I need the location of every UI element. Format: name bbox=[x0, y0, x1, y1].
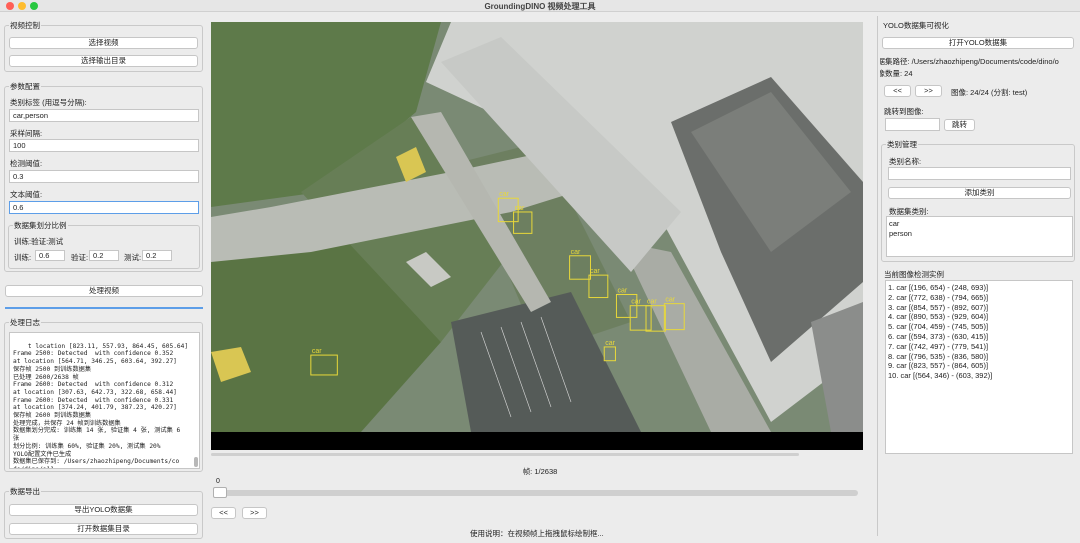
train-label: 训练: bbox=[14, 253, 32, 262]
class-input[interactable]: car,person bbox=[9, 109, 199, 122]
select-video-button[interactable]: 选择视频 bbox=[9, 37, 198, 49]
right-panel-divider bbox=[877, 16, 878, 536]
sample-interval-label: 采样间隔: bbox=[10, 129, 43, 138]
detection-box bbox=[645, 305, 666, 332]
frame-slider-handle[interactable] bbox=[213, 487, 227, 498]
window-title: GroundingDINO 视频处理工具 bbox=[484, 2, 596, 11]
detection-item[interactable]: 8. car [(796, 535) - (836, 580)] bbox=[888, 352, 1070, 362]
jump-button[interactable]: 跳转 bbox=[944, 119, 975, 131]
class-list[interactable]: car person bbox=[886, 216, 1073, 257]
next-frame-button[interactable]: >> bbox=[242, 507, 267, 519]
detection-box-label: car bbox=[590, 268, 600, 275]
class-list-item[interactable]: car bbox=[889, 219, 1070, 229]
yolo-title: YOLO数据集可视化 bbox=[883, 21, 949, 30]
image-info: 图像: 24/24 (分割: test) bbox=[951, 88, 1028, 97]
video-progress-track bbox=[211, 453, 799, 456]
detection-box bbox=[588, 274, 609, 299]
detection-overlay: carcarcar carcarcarcarcarcarcar bbox=[310, 191, 685, 376]
detection-box-label: car bbox=[515, 205, 525, 212]
detection-box-label: car bbox=[617, 287, 627, 294]
detection-box-label: car bbox=[312, 348, 322, 355]
test-ratio-input[interactable]: 0.2 bbox=[142, 250, 172, 261]
detection-item[interactable]: 1. car [(196, 654) - (248, 693)] bbox=[888, 283, 1070, 293]
split-group: 数据集划分比例 训练:验证:测试 训练: 0.6 验证: 0.2 测试: 0.2 bbox=[8, 220, 200, 269]
add-class-button[interactable]: 添加类别 bbox=[888, 187, 1071, 199]
detection-box bbox=[603, 346, 616, 362]
detection-item[interactable]: 5. car [(704, 459) - (745, 505)] bbox=[888, 322, 1070, 332]
params-group: 参数配置 类别标签 (用逗号分隔): car,person 采样间隔: 100 … bbox=[4, 81, 203, 272]
dataset-count: 图像数量: 24 bbox=[880, 69, 913, 78]
text-threshold-input[interactable]: 0.6 bbox=[9, 201, 199, 214]
slider-min-label: 0 bbox=[216, 478, 220, 485]
detection-item[interactable]: 6. car [(594, 373) - (630, 415)] bbox=[888, 332, 1070, 342]
select-output-dir-button[interactable]: 选择输出目录 bbox=[9, 55, 198, 67]
detection-box-label: car bbox=[605, 340, 615, 347]
open-dataset-dir-button[interactable]: 打开数据集目录 bbox=[9, 523, 198, 535]
detections-list[interactable]: 1. car [(196, 654) - (248, 693)] 2. car … bbox=[885, 280, 1073, 454]
export-group: 数据导出 导出YOLO数据集 打开数据集目录 bbox=[4, 486, 203, 539]
split-title: 数据集划分比例 bbox=[13, 220, 68, 231]
video-control-title: 视频控制 bbox=[9, 20, 41, 31]
det-threshold-input[interactable]: 0.3 bbox=[9, 170, 199, 183]
detection-box bbox=[569, 255, 591, 280]
class-name-label: 类别名称: bbox=[889, 157, 922, 166]
log-text-area[interactable]: t location [823.11, 557.93, 864.45, 605.… bbox=[9, 332, 200, 469]
video-frame[interactable]: car car car car car car car car car car bbox=[211, 22, 863, 450]
detection-item[interactable]: 4. car [(890, 553) - (929, 604)] bbox=[888, 312, 1070, 322]
log-scrollbar[interactable] bbox=[194, 457, 198, 467]
dataset-info: 数据集路径: /Users/zhaozhipeng/Documents/code… bbox=[880, 56, 1076, 78]
detection-box-label: car bbox=[647, 299, 657, 306]
progress-indicator-line bbox=[5, 307, 203, 309]
text-threshold-label: 文本阈值: bbox=[10, 190, 43, 199]
log-group: 处理日志 t location [823.11, 557.93, 864.45,… bbox=[4, 317, 203, 472]
export-title: 数据导出 bbox=[9, 486, 41, 497]
log-text: t location [823.11, 557.93, 864.45, 605.… bbox=[13, 342, 189, 468]
prev-image-button[interactable]: << bbox=[884, 85, 911, 97]
prev-frame-button[interactable]: << bbox=[211, 507, 236, 519]
det-threshold-label: 检测阈值: bbox=[10, 159, 43, 168]
jump-label: 跳转到图像: bbox=[884, 107, 924, 116]
class-list-item[interactable]: person bbox=[889, 229, 1070, 239]
detection-box-label: car bbox=[631, 299, 641, 306]
usage-text: 使用说明：在视频帧上拖拽鼠标绘制框... bbox=[470, 529, 604, 538]
detection-item[interactable]: 9. car [(823, 557) - (864, 605)] bbox=[888, 361, 1070, 371]
test-label: 测试: bbox=[124, 253, 142, 262]
next-image-button[interactable]: >> bbox=[915, 85, 942, 97]
val-label: 验证: bbox=[71, 253, 89, 262]
detection-box bbox=[310, 354, 338, 376]
class-management-group: 类别管理 类别名称: 添加类别 数据集类别: car person bbox=[881, 139, 1075, 262]
title-bar: GroundingDINO 视频处理工具 bbox=[0, 0, 1080, 12]
params-title: 参数配置 bbox=[9, 81, 41, 92]
detection-box bbox=[663, 303, 685, 331]
detection-item[interactable]: 10. car [(564, 346) - (603, 392)] bbox=[888, 371, 1070, 381]
detection-box-label: car bbox=[665, 297, 675, 304]
split-desc: 训练:验证:测试 bbox=[14, 237, 64, 246]
frame-slider-track[interactable] bbox=[213, 490, 858, 496]
class-label: 类别标签 (用逗号分隔): bbox=[10, 98, 87, 107]
val-ratio-input[interactable]: 0.2 bbox=[89, 250, 119, 261]
train-ratio-input[interactable]: 0.6 bbox=[35, 250, 65, 261]
frame-label: 帧: 1/2638 bbox=[522, 467, 558, 476]
detection-box bbox=[513, 211, 533, 234]
class-management-title: 类别管理 bbox=[886, 139, 918, 150]
class-name-input[interactable] bbox=[888, 167, 1071, 180]
log-title: 处理日志 bbox=[9, 317, 41, 328]
dataset-path: 数据集路径: /Users/zhaozhipeng/Documents/code… bbox=[880, 57, 1059, 66]
video-control-group: 视频控制 选择视频 选择输出目录 bbox=[4, 20, 203, 72]
detection-item[interactable]: 2. car [(772, 638) - (794, 665)] bbox=[888, 293, 1070, 303]
detection-box-label: car bbox=[571, 249, 581, 256]
detection-item[interactable]: 3. car [(854, 557) - (892, 607)] bbox=[888, 303, 1070, 313]
export-yolo-button[interactable]: 导出YOLO数据集 bbox=[9, 504, 198, 516]
sample-interval-input[interactable]: 100 bbox=[9, 139, 199, 152]
detection-box bbox=[629, 305, 652, 331]
process-video-button[interactable]: 处理视频 bbox=[5, 285, 203, 297]
detections-title: 当前图像检测实例 bbox=[884, 270, 944, 279]
detection-box-label: car bbox=[499, 191, 509, 198]
detection-item[interactable]: 7. car [(742, 497) - (779, 541)] bbox=[888, 342, 1070, 352]
open-yolo-dataset-button[interactable]: 打开YOLO数据集 bbox=[882, 37, 1074, 49]
jump-input[interactable] bbox=[885, 118, 940, 131]
